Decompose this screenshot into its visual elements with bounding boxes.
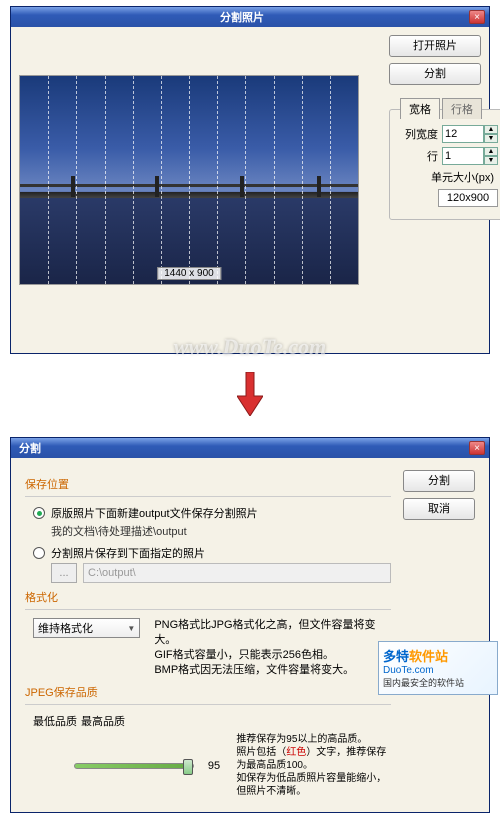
split-button[interactable]: 分割 <box>403 470 475 492</box>
group-format: 格式化 <box>25 589 391 605</box>
col-width-label: 列宽度 <box>398 126 438 142</box>
arrow-down-icon <box>10 372 490 419</box>
group-save-location: 保存位置 <box>25 476 391 492</box>
col-width-input[interactable] <box>442 125 484 143</box>
slider-thumb[interactable] <box>183 759 193 775</box>
spin-down-icon[interactable]: ▼ <box>484 134 498 143</box>
radio-custom-folder[interactable] <box>33 547 45 559</box>
format-select[interactable]: 维持格式化 ▼ <box>33 618 140 638</box>
radio2-label: 分割照片保存到下面指定的照片 <box>51 545 205 561</box>
split-photo-window: 分割照片 × <box>10 6 490 354</box>
quality-description: 推荐保存为95以上的高品质。 照片包括（红色）文字，推荐保存为最高品质100。 … <box>236 733 391 798</box>
cancel-button[interactable]: 取消 <box>403 498 475 520</box>
tab-wide[interactable]: 宽格 <box>400 98 440 119</box>
brand-a: 多特 <box>383 649 409 664</box>
browse-button[interactable]: ... <box>51 563 77 583</box>
cell-size-value: 120x900 <box>438 189 498 207</box>
titlebar[interactable]: 分割 × <box>11 438 489 458</box>
open-photo-button[interactable]: 打开照片 <box>389 35 481 57</box>
image-dimensions: 1440 x 900 <box>157 267 221 280</box>
format-description: PNG格式比JPG格式化之高，但文件容量将变大。 GIF格式容量小，只能表示25… <box>154 618 391 678</box>
site-badge: 多特软件站 DuoTe.com 国内最安全的软件站 <box>378 641 498 695</box>
row-label: 行 <box>398 148 438 164</box>
quality-high-label: 最高品质 <box>81 713 125 729</box>
group-jpeg-quality: JPEG保存品质 <box>25 684 391 700</box>
brand-b: 软件站 <box>409 649 448 664</box>
quality-low-label: 最低品质 <box>33 713 81 729</box>
tab-row[interactable]: 行格 <box>442 98 482 119</box>
cell-size-label: 单元大小(px) <box>398 169 494 185</box>
photo-preview[interactable]: 1440 x 900 <box>19 75 359 285</box>
spin-up-icon[interactable]: ▲ <box>484 147 498 156</box>
path-input[interactable] <box>83 563 391 583</box>
radio1-label: 原版照片下面新建output文件保存分割照片 <box>51 505 258 521</box>
close-icon[interactable]: × <box>469 441 485 455</box>
quality-value: 95 <box>202 760 227 772</box>
split-dialog-window: 分割 × 保存位置 原版照片下面新建output文件保存分割照片 我的文档\待处… <box>10 437 490 813</box>
titlebar[interactable]: 分割照片 × <box>11 7 489 27</box>
format-select-value: 维持格式化 <box>38 620 93 636</box>
row-input[interactable] <box>442 147 484 165</box>
radio1-path: 我的文档\待处理描述\output <box>51 523 391 539</box>
spin-down-icon[interactable]: ▼ <box>484 156 498 165</box>
brand-domain: DuoTe.com <box>383 665 493 676</box>
window-title: 分割 <box>15 440 469 456</box>
quality-slider[interactable] <box>74 763 194 769</box>
spin-up-icon[interactable]: ▲ <box>484 125 498 134</box>
split-button[interactable]: 分割 <box>389 63 481 85</box>
chevron-down-icon: ▼ <box>127 624 135 633</box>
close-icon[interactable]: × <box>469 10 485 24</box>
window-title: 分割照片 <box>15 9 469 25</box>
radio-output-folder[interactable] <box>33 507 45 519</box>
brand-tagline: 国内最安全的软件站 <box>383 676 493 689</box>
